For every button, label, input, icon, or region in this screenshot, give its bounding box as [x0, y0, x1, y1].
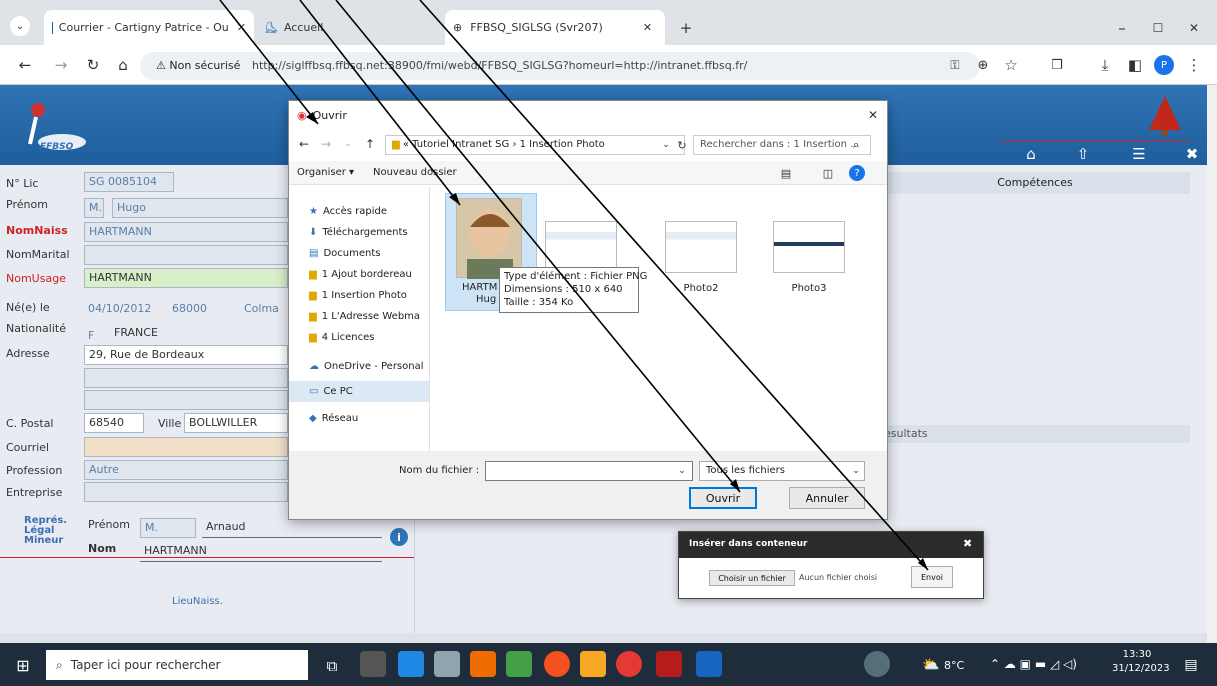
taskbar-search-placeholder: Taper ici pour rechercher — [70, 658, 221, 672]
arrow-head — [306, 112, 318, 124]
system-tray-icons[interactable]: ⌃ ☁ ▣ ▬ ◿ ◁) — [990, 657, 1077, 671]
help-app-icon[interactable] — [864, 651, 890, 677]
notifications-icon[interactable]: ▤ — [1180, 654, 1202, 676]
arrow-line — [335, 0, 741, 493]
annotation-arrows — [219, 0, 929, 571]
search-icon: ⌕ — [56, 657, 63, 672]
task-view-icon[interactable]: ⧉ — [320, 654, 344, 678]
chrome-icon[interactable] — [616, 651, 642, 677]
arrow-line — [299, 0, 461, 206]
filezilla-icon[interactable] — [656, 651, 682, 677]
arrow-head — [449, 193, 460, 205]
clock-date: 31/12/2023 — [1112, 663, 1170, 674]
arrow-line — [219, 0, 319, 125]
editor-icon[interactable] — [434, 651, 460, 677]
vlc-icon[interactable] — [470, 651, 496, 677]
clock[interactable]: 13:30 31/12/2023 — [1112, 648, 1170, 676]
calculator-icon[interactable] — [398, 651, 424, 677]
temperature[interactable]: 8°C — [944, 659, 964, 672]
windows-start-icon[interactable]: ⊞ — [12, 654, 34, 676]
taskbar-search[interactable]: ⌕ Taper ici pour rechercher — [46, 650, 308, 680]
arrow-line — [419, 0, 929, 571]
app-icon[interactable] — [544, 651, 570, 677]
word-icon[interactable] — [696, 651, 722, 677]
taskbar-app-icon[interactable] — [360, 651, 386, 677]
file-explorer-icon[interactable] — [580, 651, 606, 677]
app-icon[interactable] — [506, 651, 532, 677]
weather-icon[interactable]: ⛅ — [920, 654, 942, 676]
clock-time: 13:30 — [1122, 649, 1152, 660]
